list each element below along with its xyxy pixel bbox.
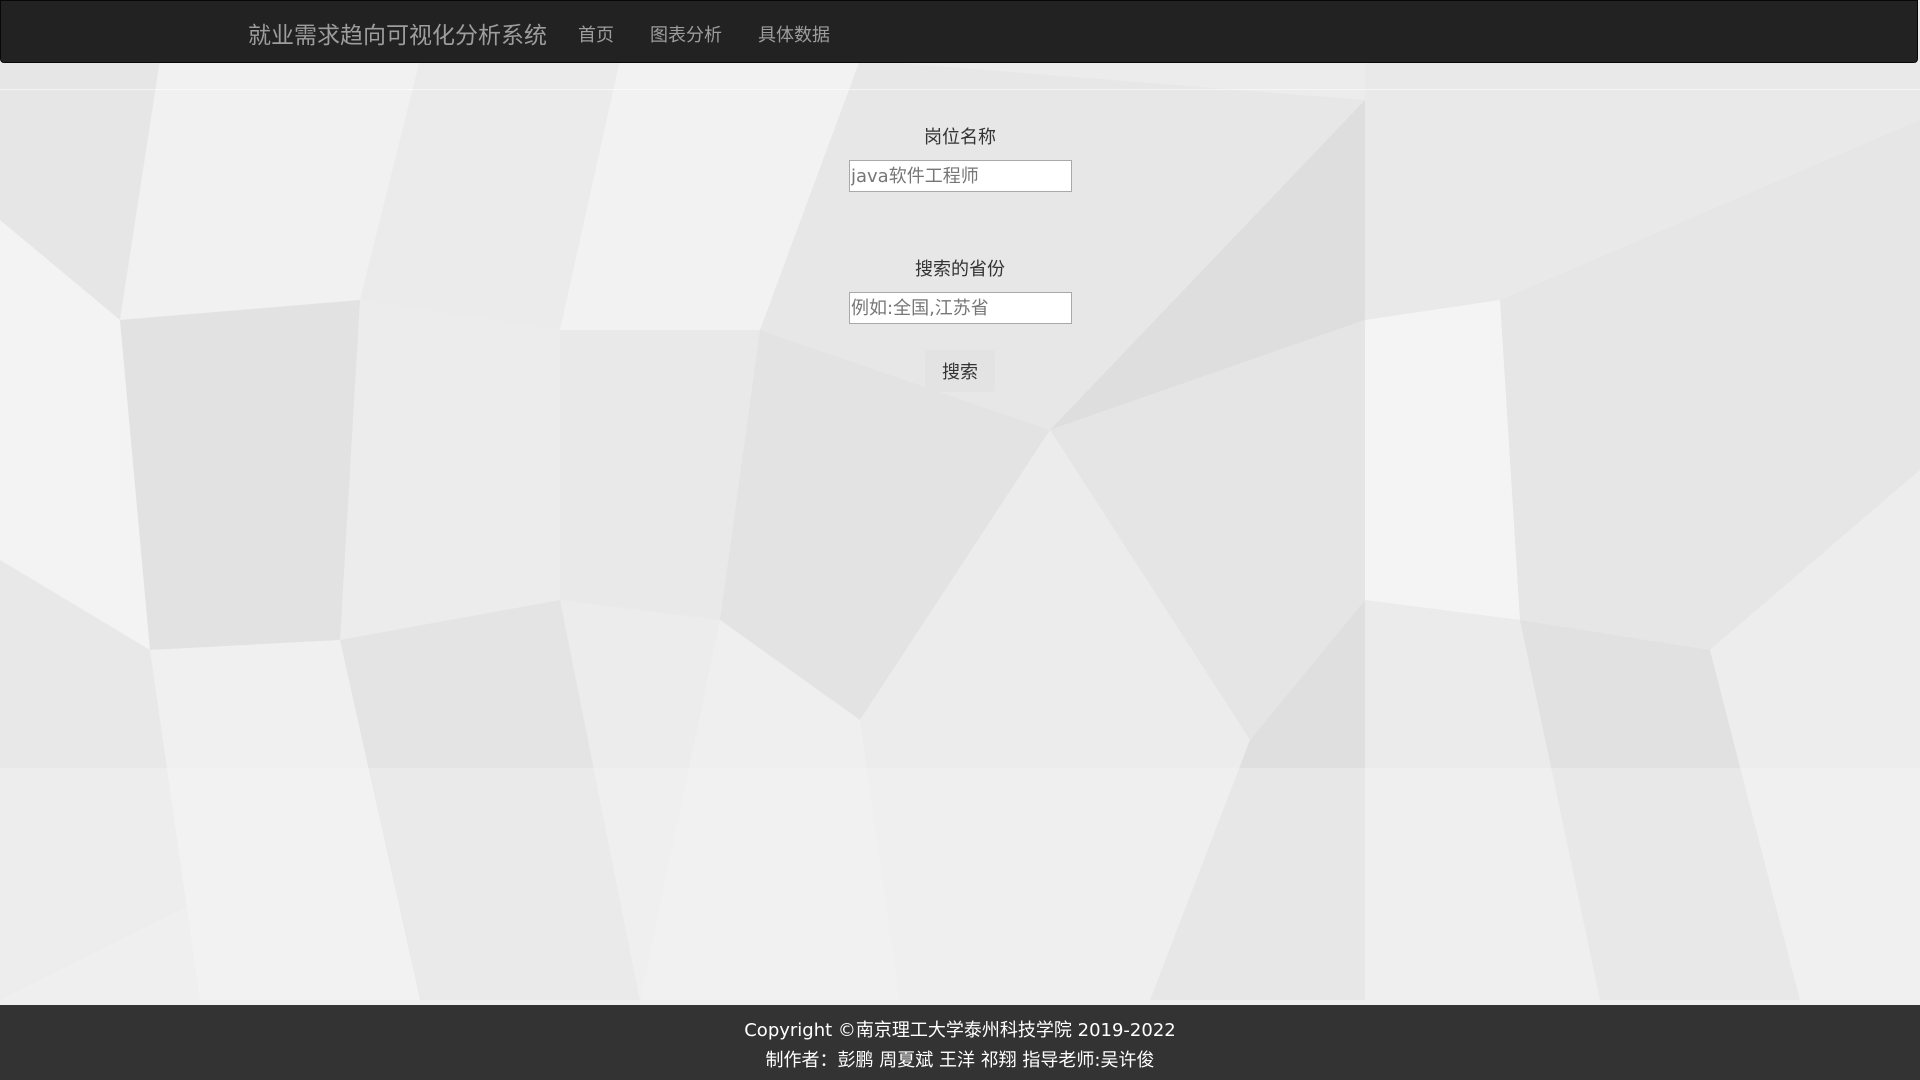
nav-link-chart-analysis[interactable]: 图表分析	[650, 21, 722, 47]
page-footer: Copyright ©南京理工大学泰州科技学院 2019-2022 制作者：彭鹏…	[0, 1005, 1920, 1080]
credits-text: 制作者：彭鹏 周夏斌 王洋 祁翔 指导老师:吴许俊	[765, 1050, 1155, 1071]
nav-link-home[interactable]: 首页	[578, 21, 614, 47]
job-title-input[interactable]	[849, 160, 1072, 192]
brand-title[interactable]: 就业需求趋向可视化分析系统	[248, 16, 547, 50]
top-navbar: 就业需求趋向可视化分析系统 首页 图表分析 具体数据	[0, 0, 1918, 63]
province-input[interactable]	[849, 292, 1072, 324]
province-label: 搜索的省份	[915, 259, 1005, 280]
header-divider	[0, 89, 1920, 90]
nav-link-detailed-data[interactable]: 具体数据	[758, 21, 830, 47]
copyright-text: Copyright ©南京理工大学泰州科技学院 2019-2022	[744, 1020, 1176, 1041]
search-button[interactable]: 搜索	[925, 350, 995, 392]
job-title-label: 岗位名称	[924, 127, 996, 148]
